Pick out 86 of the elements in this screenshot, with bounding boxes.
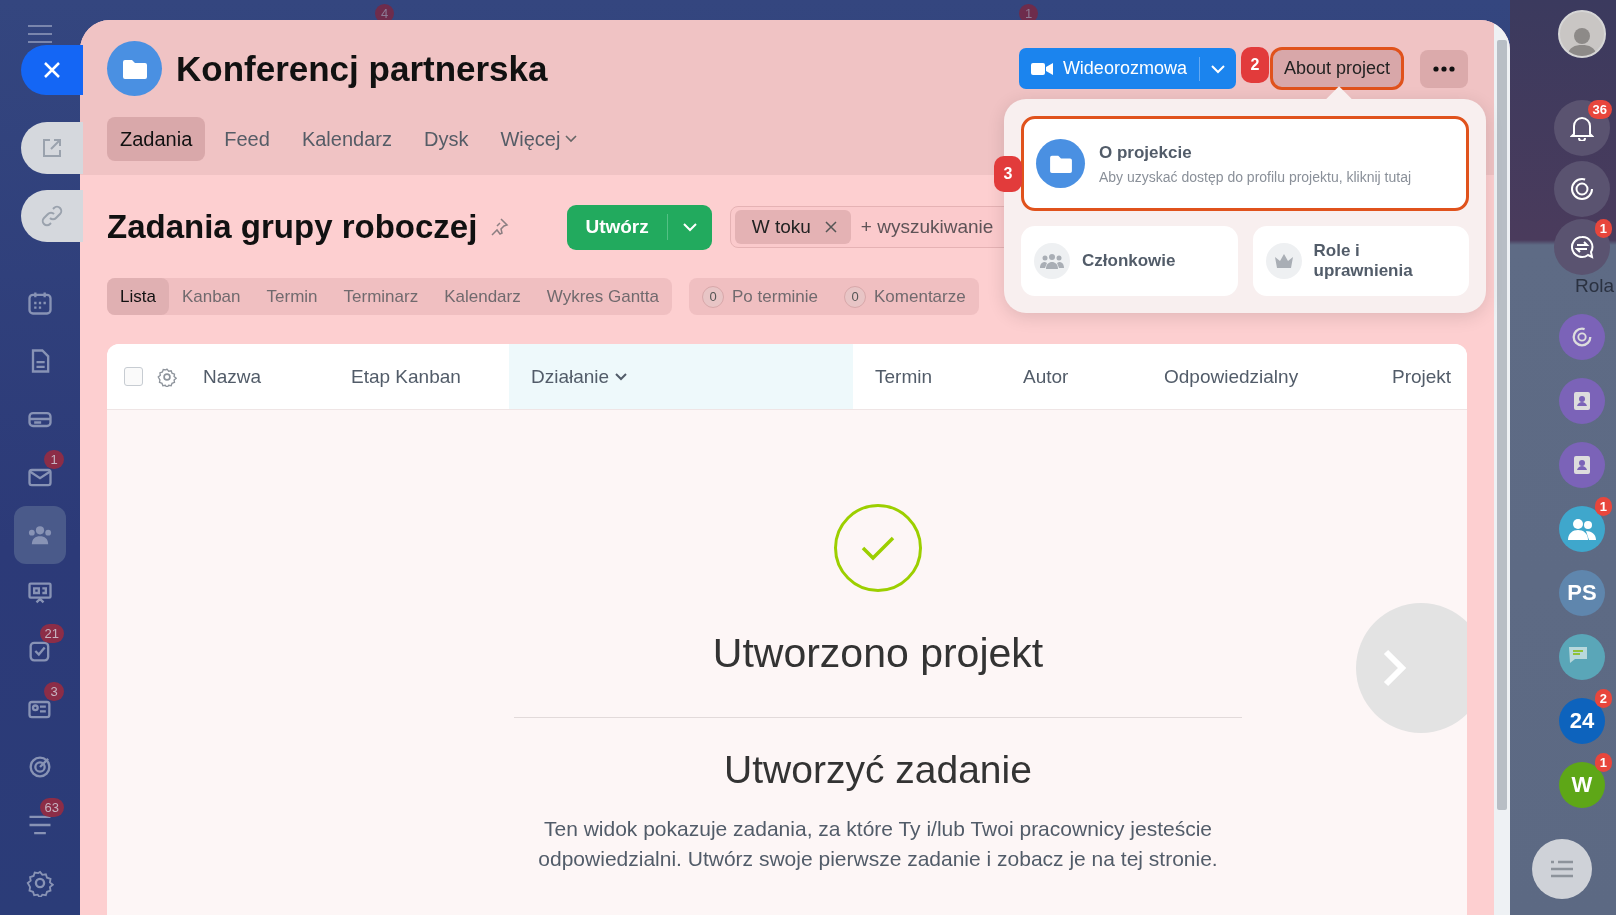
step-badge: 3 <box>994 156 1022 192</box>
about-project-item[interactable]: O projekcie Aby uzyskać dostęp do profilu projektu, kliknij tutaj <box>1021 116 1469 211</box>
sidebar-item[interactable]: 63 <box>14 796 66 854</box>
settings-icon[interactable] <box>157 366 177 387</box>
copy-link-button[interactable] <box>21 190 83 242</box>
close-icon[interactable] <box>824 221 837 233</box>
empty-state-title: Utworzono projekt <box>712 630 1044 677</box>
check-circle-icon <box>834 504 922 592</box>
close-icon <box>42 60 62 80</box>
tab[interactable]: Więcej <box>487 117 591 161</box>
sidebar-item[interactable] <box>14 506 66 564</box>
step-badge: 2 <box>1240 47 1269 83</box>
list-icon <box>1549 859 1575 879</box>
counter-badge: 2 <box>1594 689 1612 708</box>
column-header[interactable]: Nazwa <box>190 344 338 409</box>
sidebar-item[interactable]: 3 <box>14 680 66 738</box>
menu-icon[interactable] <box>26 22 54 46</box>
project-title: Konferencj partnerska <box>176 48 549 89</box>
empty-state-subtitle: Utworzyć zadanie <box>724 748 1032 792</box>
view-tab[interactable]: Kalendarz <box>431 278 534 315</box>
counter-badge: 1 <box>44 450 64 469</box>
scrollbar[interactable] <box>1497 40 1507 810</box>
view-tab[interactable]: Terminarz <box>330 278 432 315</box>
tab[interactable]: Feed <box>211 117 283 161</box>
counter-badge: 1 <box>1594 497 1612 516</box>
tab[interactable]: Kalendarz <box>288 117 405 161</box>
counter-filter[interactable]: 0 Komentarze <box>831 278 979 315</box>
empty-state-text: Ten widok pokazuje zadania, za które Ty i/lub Twoi pracownicy jesteście odpowiedzialni. Utwórz swoje pierwsze zadanie i zobacz je na tej stronie. <box>537 816 1219 872</box>
menu-card[interactable]: Role i uprawnienia <box>1252 226 1469 296</box>
column-header[interactable]: Autor <box>1010 344 1151 409</box>
more-button[interactable] <box>1420 49 1468 88</box>
notifications-button[interactable] <box>1554 100 1610 156</box>
create-button[interactable]: Utwórz <box>567 204 712 250</box>
chevron-down-icon <box>681 222 698 232</box>
tab[interactable]: Zadania <box>107 117 206 161</box>
ai-assistant-button[interactable] <box>1554 161 1610 217</box>
avatar[interactable] <box>1558 10 1606 58</box>
column-header[interactable]: Odpowiedzialny <box>1151 344 1380 409</box>
folder-icon <box>107 41 162 96</box>
more-icon <box>1433 65 1455 72</box>
chat-button[interactable] <box>1554 219 1610 275</box>
counter-badge: 1 <box>1594 753 1612 772</box>
external-link-icon <box>40 136 64 160</box>
about-project-button[interactable]: About project <box>1269 47 1404 90</box>
chevron-down-icon <box>615 372 628 381</box>
open-in-new-button[interactable] <box>21 122 83 174</box>
sidebar-item[interactable]: 21 <box>14 622 66 680</box>
close-button[interactable] <box>21 45 83 95</box>
counter-filter[interactable]: 0 Po terminie <box>689 278 831 315</box>
bell-icon <box>1570 115 1594 141</box>
people-icon <box>1034 243 1070 279</box>
chat-swap-icon <box>1569 234 1595 260</box>
checkbox[interactable] <box>124 367 143 386</box>
column-header[interactable]: Termin <box>853 344 1010 409</box>
view-tab[interactable]: Termin <box>253 278 331 315</box>
tab[interactable]: Dysk <box>410 117 482 161</box>
pin-icon[interactable] <box>489 217 510 237</box>
filter-chip[interactable]: W toku <box>734 210 851 244</box>
camera-icon <box>1030 61 1053 76</box>
crown-icon <box>1265 243 1302 279</box>
column-label: Rola <box>1574 275 1614 298</box>
column-header[interactable]: Projekt <box>1380 344 1467 409</box>
folder-icon <box>1036 139 1085 188</box>
app-icon[interactable] <box>1559 442 1605 488</box>
counter-badge: 3 <box>44 682 64 701</box>
list-button[interactable] <box>1532 839 1592 899</box>
menu-card[interactable]: Członkowie <box>1021 226 1238 296</box>
column-header[interactable]: Etap Kanban <box>338 344 509 409</box>
counter-badge: 63 <box>39 798 64 817</box>
sidebar-item[interactable]: 1 <box>14 448 66 506</box>
app-icon[interactable] <box>1559 378 1605 424</box>
view-tab[interactable]: Wykres Gantta <box>533 278 673 315</box>
spiral-icon <box>1569 176 1595 202</box>
view-tab[interactable]: Kanban <box>168 278 254 315</box>
view-tab[interactable]: Lista <box>107 278 169 315</box>
video-call-button[interactable]: Wideorozmowa <box>1018 48 1236 89</box>
app-icon[interactable] <box>1559 634 1605 680</box>
settings-icon <box>26 869 54 897</box>
page-title: Zadania grupy roboczej <box>107 208 478 246</box>
chevron-right-icon <box>1381 648 1407 688</box>
chevron-down-icon <box>1209 63 1226 74</box>
link-icon <box>40 204 64 228</box>
column-header[interactable]: Działanie <box>509 344 853 409</box>
app-button[interactable]: PS <box>1559 570 1605 616</box>
counter-badge: 21 <box>39 624 64 643</box>
app-icon[interactable] <box>1559 314 1605 360</box>
